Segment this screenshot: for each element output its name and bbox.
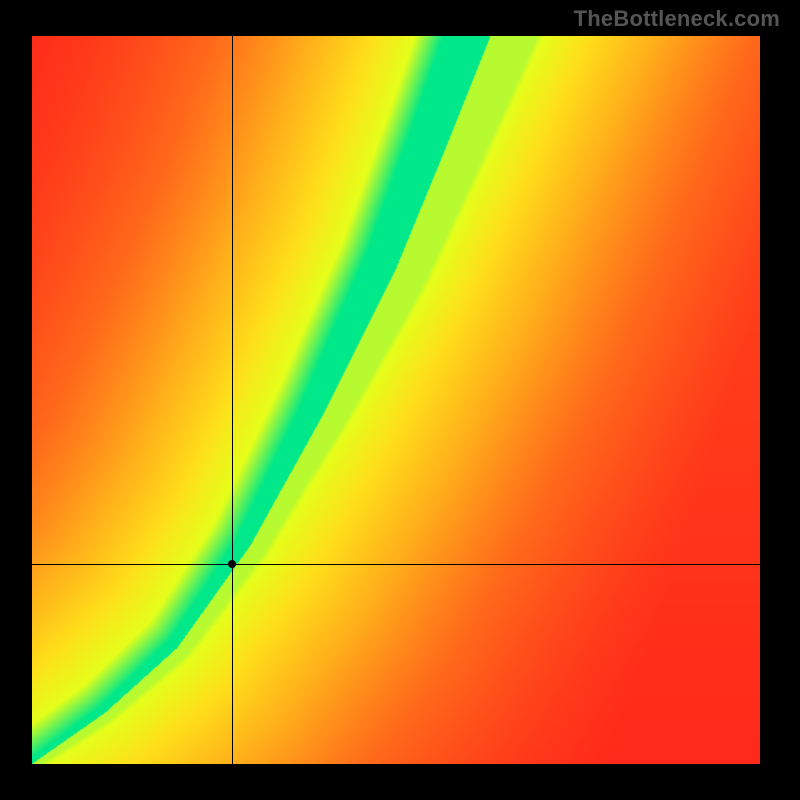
crosshair-vertical	[232, 36, 233, 764]
heatmap-canvas	[32, 36, 760, 764]
chart-frame: TheBottleneck.com	[0, 0, 800, 800]
crosshair-horizontal	[32, 564, 760, 565]
heatmap-plot	[32, 36, 760, 764]
watermark-text: TheBottleneck.com	[574, 6, 780, 32]
marker-dot	[228, 560, 236, 568]
